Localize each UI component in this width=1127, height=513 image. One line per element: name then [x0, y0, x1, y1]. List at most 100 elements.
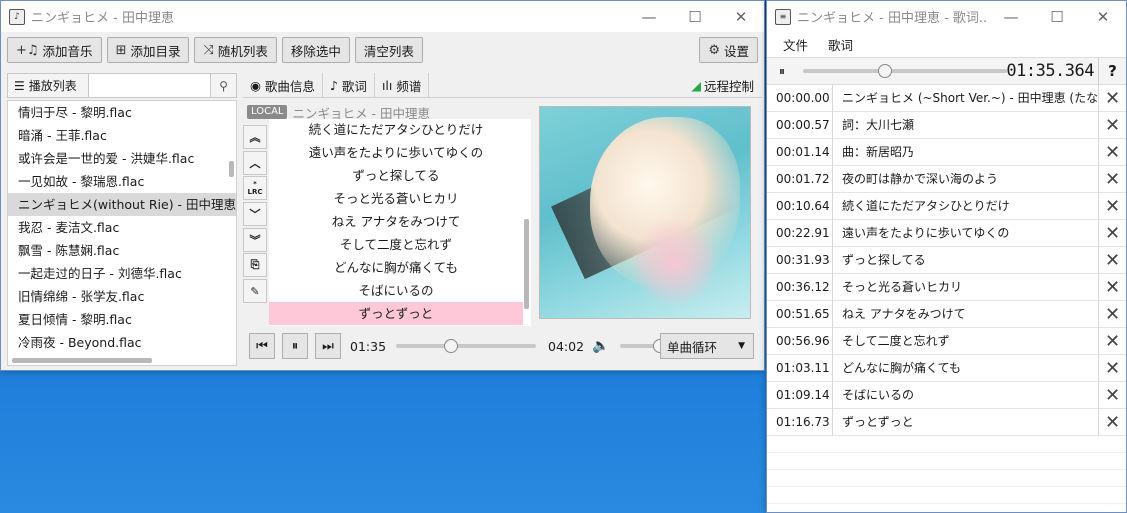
- lyric-row-time[interactable]: 00:56.96: [767, 327, 833, 355]
- volume-icon[interactable]: 🔈: [592, 338, 609, 354]
- playlist-label[interactable]: ☰ 播放列表: [7, 73, 89, 98]
- clear-list-button[interactable]: 清空列表: [354, 37, 423, 63]
- lyric-row-text[interactable]: 詞：大川七瀬: [833, 111, 1099, 139]
- help-button[interactable]: ?: [1098, 57, 1126, 85]
- player-titlebar[interactable]: ♪ ニンギョヒメ - 田中理恵 — ☐ ✕: [1, 1, 764, 32]
- lyric-row-text[interactable]: 遠い声をたよりに歩いてゆくの: [833, 219, 1099, 247]
- file-import-icon[interactable]: ⎘: [243, 253, 267, 278]
- lyric-row[interactable]: 00:01.14 曲：新居昭乃 ✕: [767, 138, 1126, 166]
- search-icon[interactable]: ⚲: [211, 73, 237, 98]
- lyric-row[interactable]: 00:51.65 ねえ アナタをみつけて ✕: [767, 300, 1126, 328]
- lyrics-down-button[interactable]: ﹀: [243, 202, 267, 227]
- lyric-row-text[interactable]: ニンギョヒメ (~Short Ver.~) - 田中理恵 (たなか: [833, 84, 1099, 112]
- playlist[interactable]: 情归于尽 - 黎明.flac 暗涌 - 王菲.flac 或许会是一世的爱 - 洪婕华…: [7, 100, 237, 366]
- minimize-icon[interactable]: —: [626, 1, 672, 32]
- tab-lyrics[interactable]: ♪ 歌词: [323, 72, 375, 98]
- edit-icon[interactable]: ✎: [243, 279, 267, 304]
- lyric-row-text[interactable]: 夜の町は静かで深い海のよう: [833, 165, 1099, 193]
- lyrics-up-button[interactable]: ︿: [243, 150, 267, 175]
- lyric-row-text[interactable]: 続く道にただアタシひとりだけ: [833, 192, 1099, 220]
- lyric-row[interactable]: 00:22.91 遠い声をたよりに歩いてゆくの ✕: [767, 219, 1126, 247]
- playlist-item[interactable]: 我忍 - 麦洁文.flac: [8, 216, 236, 239]
- lyric-row-text[interactable]: 曲：新居昭乃: [833, 138, 1099, 166]
- volume-slider[interactable]: [619, 339, 667, 353]
- playlist-item[interactable]: 或许会是一世的爱 - 洪婕华.flac: [8, 147, 236, 170]
- editor-titlebar[interactable]: ≡ ニンギョヒメ - 田中理恵 - 歌词... — ☐ ✕: [767, 1, 1126, 32]
- playlist-search-input[interactable]: [89, 73, 211, 98]
- shuffle-button[interactable]: ⤨ 随机列表: [194, 37, 277, 63]
- playlist-hscroll-thumb[interactable]: [12, 358, 152, 363]
- lyric-row[interactable]: 00:36.12 そっと光る蒼いヒカリ ✕: [767, 273, 1126, 301]
- editor-progress-slider[interactable]: [803, 64, 1007, 78]
- lyric-row-time[interactable]: 00:00.00: [767, 84, 833, 112]
- delete-row-icon[interactable]: ✕: [1099, 220, 1126, 247]
- lyric-row-text[interactable]: ずっと探してる: [833, 246, 1099, 274]
- pause-button[interactable]: ⏸: [282, 333, 308, 359]
- lyric-row[interactable]: 00:10.64 続く道にただアタシひとりだけ ✕: [767, 192, 1126, 220]
- lyric-row-text[interactable]: そして二度と忘れず: [833, 327, 1099, 355]
- delete-row-icon[interactable]: ✕: [1099, 139, 1126, 166]
- close-icon[interactable]: ✕: [718, 1, 764, 32]
- lyric-row-time[interactable]: 00:51.65: [767, 300, 833, 328]
- remove-selected-button[interactable]: 移除选中: [281, 37, 350, 63]
- lyrics-vscroll-thumb[interactable]: [524, 219, 529, 309]
- playlist-item[interactable]: 暗涌 - 王菲.flac: [8, 124, 236, 147]
- delete-row-icon[interactable]: ✕: [1099, 328, 1126, 355]
- playlist-item[interactable]: 冷雨夜 - Beyond.flac: [8, 331, 236, 354]
- playlist-item[interactable]: 情归于尽 - 黎明.flac: [8, 101, 236, 124]
- delete-row-icon[interactable]: ✕: [1099, 382, 1126, 409]
- playlist-item[interactable]: 旧情绵绵 - 张学友.flac: [8, 285, 236, 308]
- lyric-row-time[interactable]: 00:31.93: [767, 246, 833, 274]
- delete-row-icon[interactable]: ✕: [1099, 301, 1126, 328]
- playlist-item[interactable]: ニンギョヒメ(without Rie) - 田中理恵: [8, 193, 236, 216]
- settings-button[interactable]: ⚙ 设置: [699, 37, 758, 63]
- playlist-item[interactable]: 一起走过的日子 - 刘德华.flac: [8, 262, 236, 285]
- progress-slider[interactable]: [396, 339, 537, 353]
- lyric-row-time[interactable]: 00:22.91: [767, 219, 833, 247]
- lyric-row-time[interactable]: 00:01.72: [767, 165, 833, 193]
- lyric-row[interactable]: 00:56.96 そして二度と忘れず ✕: [767, 327, 1126, 355]
- lyric-row-text[interactable]: どんなに胸が痛くても: [833, 354, 1099, 382]
- previous-button[interactable]: ⏮: [249, 333, 275, 359]
- lyric-row-text[interactable]: ねえ アナタをみつけて: [833, 300, 1099, 328]
- lyric-row[interactable]: 00:31.93 ずっと探してる ✕: [767, 246, 1126, 274]
- lyric-row-text[interactable]: そばにいるの: [833, 381, 1099, 409]
- lyrics-fast-up-button[interactable]: ︽: [243, 125, 267, 149]
- playlist-item[interactable]: 一见如故 - 黎瑞恩.flac: [8, 170, 236, 193]
- next-button[interactable]: ⏭: [315, 333, 341, 359]
- lyric-row-text[interactable]: ずっとずっと: [833, 408, 1099, 436]
- add-folder-button[interactable]: ⊞ 添加目录: [106, 37, 190, 63]
- lyric-row-time[interactable]: 00:36.12: [767, 273, 833, 301]
- delete-row-icon[interactable]: ✕: [1099, 247, 1126, 274]
- lyric-row[interactable]: 00:01.72 夜の町は静かで深い海のよう ✕: [767, 165, 1126, 193]
- add-music-button[interactable]: +♫ 添加音乐: [7, 37, 102, 63]
- minimize-icon[interactable]: —: [988, 1, 1034, 32]
- delete-row-icon[interactable]: ✕: [1099, 274, 1126, 301]
- lyric-row[interactable]: 01:09.14 そばにいるの ✕: [767, 381, 1126, 409]
- lyric-row-time[interactable]: 01:03.11: [767, 354, 833, 382]
- playlist-item[interactable]: 夏日倾情 - 黎明.flac: [8, 308, 236, 331]
- delete-row-icon[interactable]: ✕: [1099, 409, 1126, 436]
- maximize-icon[interactable]: ☐: [1034, 1, 1080, 32]
- menu-file[interactable]: 文件: [783, 35, 808, 54]
- delete-row-icon[interactable]: ✕: [1099, 355, 1126, 382]
- lyric-row-text[interactable]: そっと光る蒼いヒカリ: [833, 273, 1099, 301]
- progress-knob[interactable]: [443, 339, 458, 353]
- delete-row-icon[interactable]: ✕: [1099, 85, 1126, 112]
- lyric-row[interactable]: 01:16.73 ずっとずっと ✕: [767, 408, 1126, 436]
- lyric-row[interactable]: 00:00.00 ニンギョヒメ (~Short Ver.~) - 田中理恵 (たな…: [767, 84, 1126, 112]
- lyric-row-time[interactable]: 01:16.73: [767, 408, 833, 436]
- lyric-row-time[interactable]: 00:00.57: [767, 111, 833, 139]
- delete-row-icon[interactable]: ✕: [1099, 112, 1126, 139]
- lyrics-fast-down-button[interactable]: ︾: [243, 227, 267, 252]
- playlist-vscroll-thumb[interactable]: [229, 161, 234, 177]
- lyric-row[interactable]: 00:00.57 詞：大川七瀬 ✕: [767, 111, 1126, 139]
- delete-row-icon[interactable]: ✕: [1099, 166, 1126, 193]
- close-icon[interactable]: ✕: [1080, 1, 1126, 32]
- playlist-item[interactable]: 飘雪 - 陈慧娴.flac: [8, 239, 236, 262]
- lyric-row-time[interactable]: 01:09.14: [767, 381, 833, 409]
- tab-song-info[interactable]: ◉ 歌曲信息: [243, 72, 323, 98]
- pause-icon[interactable]: ⏸: [771, 60, 793, 82]
- remote-control-link[interactable]: ◢ 远程控制: [691, 76, 754, 95]
- lrc-button[interactable]: * LRC: [243, 176, 267, 201]
